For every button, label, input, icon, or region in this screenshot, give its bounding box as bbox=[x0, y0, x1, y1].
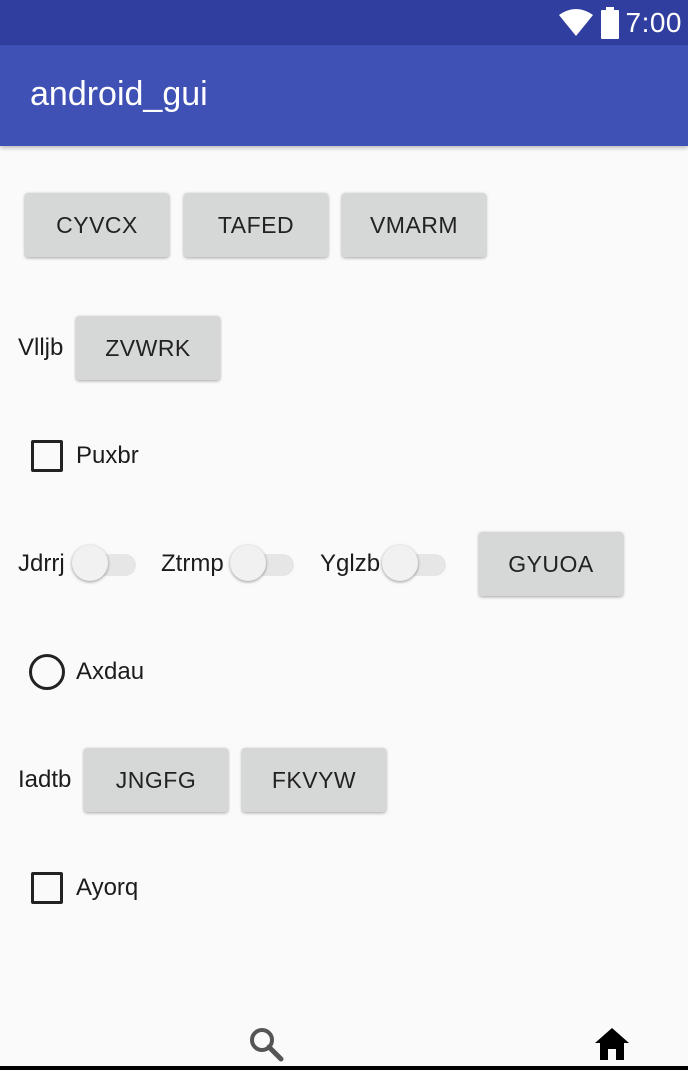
ayorq-checkbox-label[interactable]: Ayorq bbox=[76, 874, 138, 902]
fkvyw-button[interactable]: FKVYW bbox=[242, 748, 386, 812]
axdau-radio-label[interactable]: Axdau bbox=[76, 658, 144, 686]
yglzb-switch[interactable] bbox=[382, 545, 452, 585]
vmarm-button[interactable]: VMARM bbox=[342, 193, 486, 257]
search-icon[interactable] bbox=[248, 1026, 284, 1062]
puxbr-checkbox-label[interactable]: Puxbr bbox=[76, 442, 139, 470]
app-title: android_gui bbox=[30, 75, 208, 113]
app-bar: android_gui bbox=[0, 45, 688, 146]
zvwrk-button[interactable]: ZVWRK bbox=[76, 316, 220, 380]
ayorq-checkbox[interactable] bbox=[31, 872, 63, 904]
jdrrj-switch-label: Jdrrj bbox=[18, 550, 65, 577]
vlljb-label: Vlljb bbox=[18, 334, 64, 361]
jdrrj-switch[interactable] bbox=[72, 545, 142, 585]
puxbr-checkbox[interactable] bbox=[31, 440, 63, 472]
nav-divider bbox=[0, 1066, 688, 1070]
bottom-nav bbox=[0, 1010, 688, 1070]
gyuoa-button[interactable]: GYUOA bbox=[479, 532, 623, 596]
status-bar: 7:00 bbox=[0, 0, 688, 45]
wifi-icon bbox=[558, 8, 594, 37]
home-icon[interactable] bbox=[594, 1027, 630, 1061]
switch-thumb bbox=[382, 545, 418, 581]
ztrmp-switch[interactable] bbox=[230, 545, 300, 585]
switch-thumb bbox=[72, 545, 108, 581]
axdau-radio[interactable] bbox=[29, 654, 65, 690]
ztrmp-switch-label: Ztrmp bbox=[161, 550, 224, 577]
cyvcx-button[interactable]: CYVCX bbox=[25, 193, 169, 257]
battery-icon bbox=[600, 6, 620, 39]
yglzb-switch-label: Yglzb bbox=[320, 550, 381, 577]
switch-thumb bbox=[230, 545, 266, 581]
tafed-button[interactable]: TAFED bbox=[184, 193, 328, 257]
jngfg-button[interactable]: JNGFG bbox=[84, 748, 228, 812]
status-time: 7:00 bbox=[625, 6, 682, 38]
status-icons: 7:00 bbox=[558, 0, 683, 45]
iadtb-label: Iadtb bbox=[18, 766, 72, 793]
